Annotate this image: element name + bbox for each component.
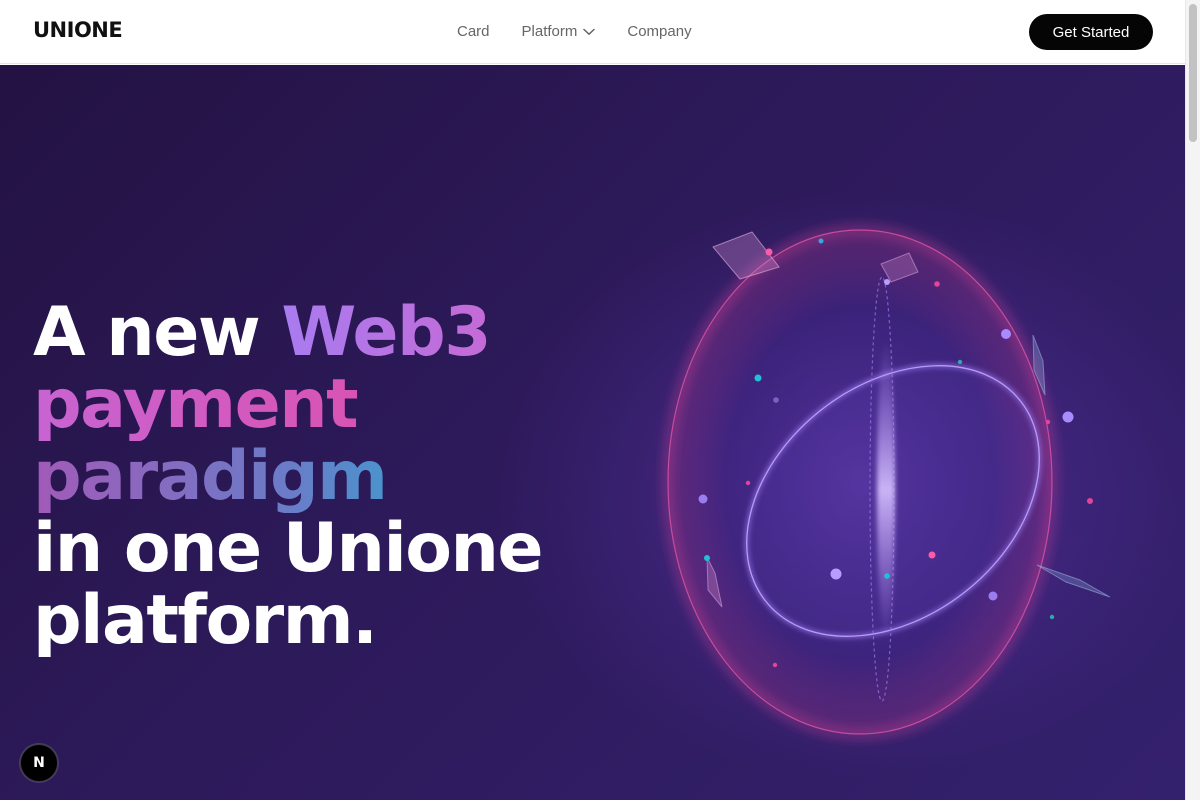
badge-letter: N <box>33 755 45 771</box>
nav-link-card-label: Card <box>457 23 490 40</box>
headline-line-1: A new Web3 <box>33 297 542 369</box>
particle <box>818 238 824 244</box>
particle <box>1087 498 1093 504</box>
headline-line-3: paradigm <box>33 441 542 513</box>
unione-logo[interactable]: UNIONE <box>33 18 123 42</box>
chevron-down-icon <box>583 28 596 36</box>
particle <box>934 281 940 287</box>
get-started-button[interactable]: Get Started <box>1029 14 1153 50</box>
particle <box>704 555 710 561</box>
particle <box>1062 411 1074 423</box>
nav-link-company-label: Company <box>627 23 692 40</box>
particle <box>988 591 998 601</box>
nav-link-card[interactable]: Card <box>457 23 490 40</box>
hero-headline: A new Web3 payment paradigm in one Union… <box>33 297 544 660</box>
headline-accent-web3: Web3 <box>281 293 491 372</box>
nav-dropdown-platform[interactable]: Platform <box>522 23 596 40</box>
scrollbar-thumb[interactable] <box>1189 4 1197 142</box>
particle <box>1045 419 1051 425</box>
particle <box>928 551 936 559</box>
particle <box>884 279 890 285</box>
particle <box>1049 614 1055 620</box>
hero-section: A new Web3 payment paradigm in one Union… <box>0 65 1185 800</box>
nextjs-logo-icon[interactable]: N <box>20 744 58 782</box>
headline-line-5: platform. <box>33 581 378 660</box>
particle <box>772 662 778 668</box>
headline-line-4: in one Unione <box>33 509 544 588</box>
particle <box>957 359 963 365</box>
light-beam <box>877 340 895 640</box>
particle <box>745 480 751 486</box>
vertical-scrollbar[interactable] <box>1185 0 1200 800</box>
main-nav: Card Platform Company <box>457 23 692 40</box>
headline-line-2: payment <box>33 369 542 441</box>
particle <box>884 573 890 579</box>
particle <box>1001 329 1011 339</box>
particle <box>773 397 779 403</box>
nav-link-company[interactable]: Company <box>627 23 691 40</box>
particle <box>698 494 708 504</box>
particle <box>830 568 842 580</box>
particle <box>754 374 762 382</box>
headline-plain-text: A new <box>33 293 282 372</box>
top-navbar: UNIONE Card Platform Company Get Started <box>0 0 1185 64</box>
particle <box>765 248 773 256</box>
nav-dropdown-platform-label: Platform <box>521 23 578 40</box>
glass-shard <box>1036 564 1111 598</box>
